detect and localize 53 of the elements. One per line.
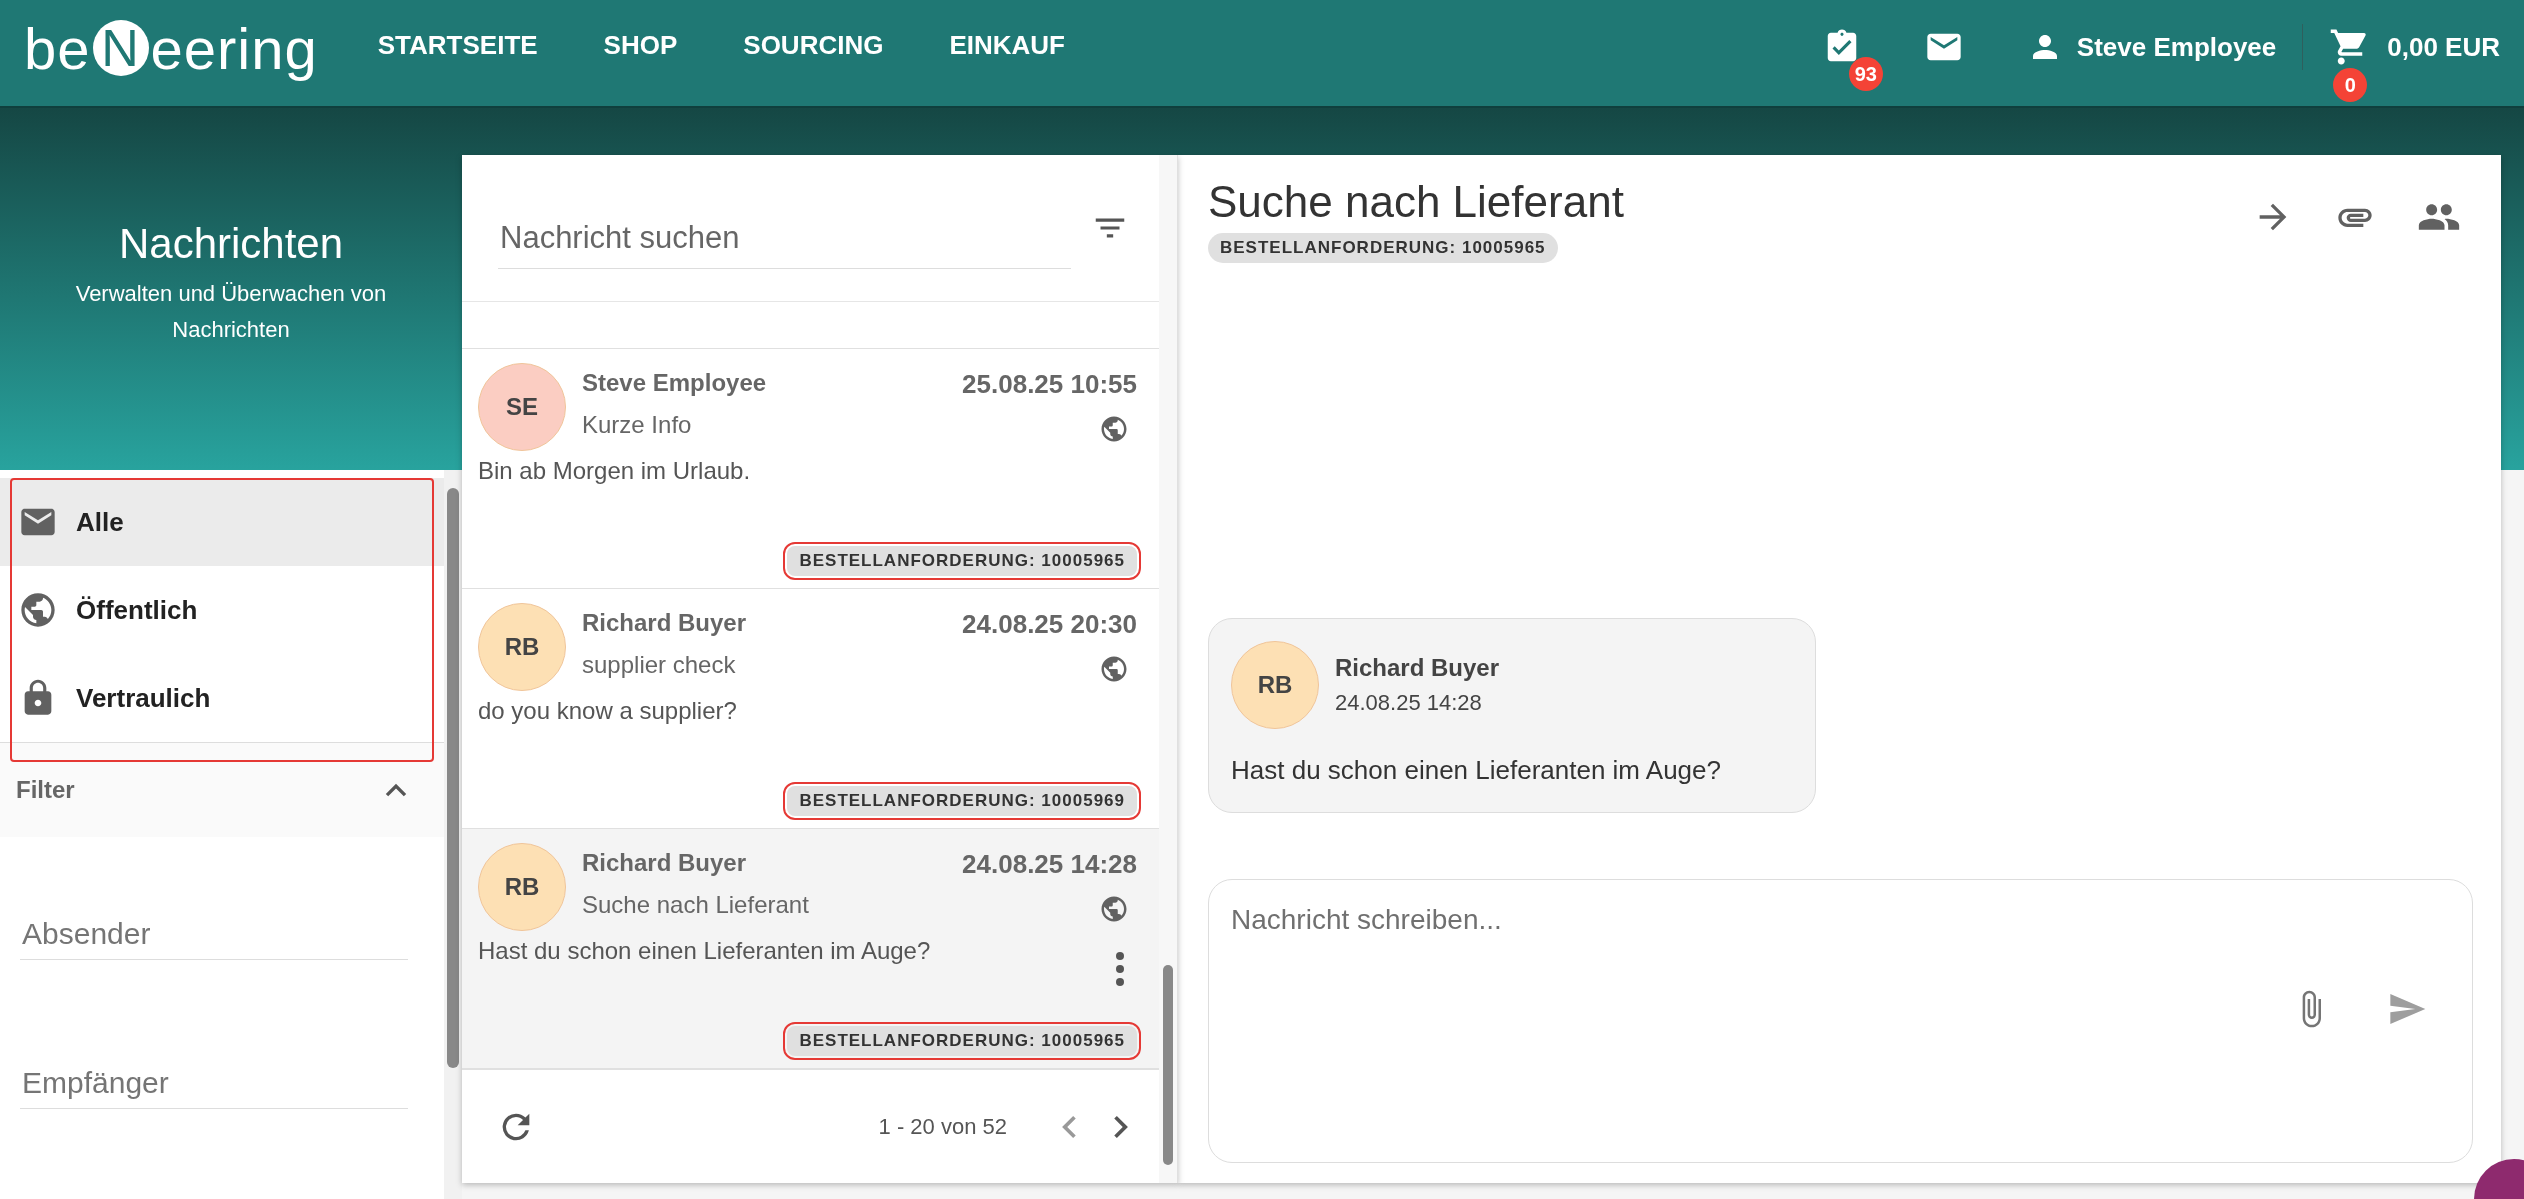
sender-name: Richard Buyer bbox=[582, 849, 748, 877]
message-subject: supplier check bbox=[582, 651, 737, 679]
logo[interactable]: be N eering bbox=[24, 14, 318, 82]
message-preview: do you know a supplier? bbox=[478, 697, 737, 725]
chevron-up-icon bbox=[384, 781, 408, 799]
scrollbar[interactable] bbox=[1163, 965, 1173, 1165]
notification-badge: 93 bbox=[1848, 57, 1883, 91]
folder-item[interactable]: Öffentlich bbox=[0, 566, 444, 654]
cart-total: 0,00 EUR bbox=[2387, 31, 2500, 63]
sender-name: Richard Buyer bbox=[1335, 654, 1500, 682]
message-subject: Suche nach Lieferant bbox=[582, 891, 809, 919]
vertical-dots-icon bbox=[1115, 951, 1125, 987]
chevron-right-icon bbox=[1113, 1114, 1129, 1139]
pagination-range: 1 - 20 von 52 bbox=[878, 1113, 1007, 1140]
next-page-button[interactable] bbox=[1113, 1114, 1129, 1139]
nav-link[interactable]: STARTSEITE bbox=[377, 29, 538, 61]
message-preview: Hast du schon einen Lieferanten im Auge? bbox=[478, 937, 931, 965]
filter-input-field[interactable]: Empfänger bbox=[20, 1058, 408, 1109]
message-preview: Bin ab Morgen im Urlaub. bbox=[478, 457, 751, 485]
tasks-button[interactable]: 93 bbox=[1822, 27, 1883, 91]
avatar-initials: RB bbox=[478, 603, 566, 691]
message-subject: Kurze Info bbox=[582, 411, 693, 439]
message-text: Hast du schon einen Lieferanten im Auge? bbox=[1231, 755, 1722, 786]
message-time: 25.08.25 10:55 bbox=[962, 369, 1137, 400]
order-request-tag: BESTELLANFORDERUNG: 10005965 bbox=[1208, 233, 1558, 263]
nav-link[interactable]: SHOP bbox=[603, 29, 678, 61]
chevron-left-icon bbox=[1061, 1114, 1077, 1139]
page-subtitle: Verwalten und Überwachen von Nachrichten bbox=[74, 280, 388, 344]
filter-input-field[interactable]: Absender bbox=[20, 909, 408, 960]
folder-item[interactable]: Alle bbox=[0, 478, 444, 566]
message-list-item[interactable]: RB Richard Buyer supplier check 24.08.25 20:30 do you know a supplier? BESTELLANFORDERUNG: 10005969 bbox=[462, 589, 1159, 829]
user-menu-button[interactable]: Steve Employee bbox=[2026, 29, 2277, 65]
sender-name: Steve Employee bbox=[582, 369, 767, 397]
nav-link[interactable]: SOURCING bbox=[743, 29, 884, 61]
cart-count-badge: 0 bbox=[2333, 68, 2368, 102]
message-input-field[interactable]: Nachricht schreiben... bbox=[1208, 879, 2473, 1163]
avatar-initials: RB bbox=[1231, 641, 1319, 729]
message-list-item[interactable]: RB Richard Buyer Suche nach Lieferant 24.08.25 14:28 Hast du schon einen Lieferanten im Auge? BESTELLANFORDERUNG: 10005965 bbox=[462, 829, 1159, 1069]
folder-item[interactable]: Vertraulich bbox=[0, 654, 444, 742]
globe-icon bbox=[18, 590, 58, 630]
conversation-title: Suche nach Lieferant bbox=[1208, 177, 1624, 227]
filter-toggle[interactable]: Filter bbox=[0, 743, 444, 837]
message-list-item[interactable]: SE Steve Employee Kurze Info 25.08.25 10:55 Bin ab Morgen im Urlaub. BESTELLANFORDERUNG: 10005965 bbox=[462, 349, 1159, 589]
avatar-initials: SE bbox=[478, 363, 566, 451]
nav-link[interactable]: EINKAUF bbox=[949, 29, 1065, 61]
message-time: 24.08.25 14:28 bbox=[1335, 690, 1483, 716]
previous-page-button[interactable] bbox=[1061, 1114, 1077, 1139]
page-title: Nachrichten bbox=[118, 220, 344, 268]
scrollbar[interactable] bbox=[447, 488, 459, 1068]
avatar-initials: RB bbox=[478, 843, 566, 931]
message-time: 24.08.25 20:30 bbox=[962, 609, 1137, 640]
message-time: 24.08.25 14:28 bbox=[962, 849, 1137, 880]
sender-name: Richard Buyer bbox=[582, 609, 747, 637]
